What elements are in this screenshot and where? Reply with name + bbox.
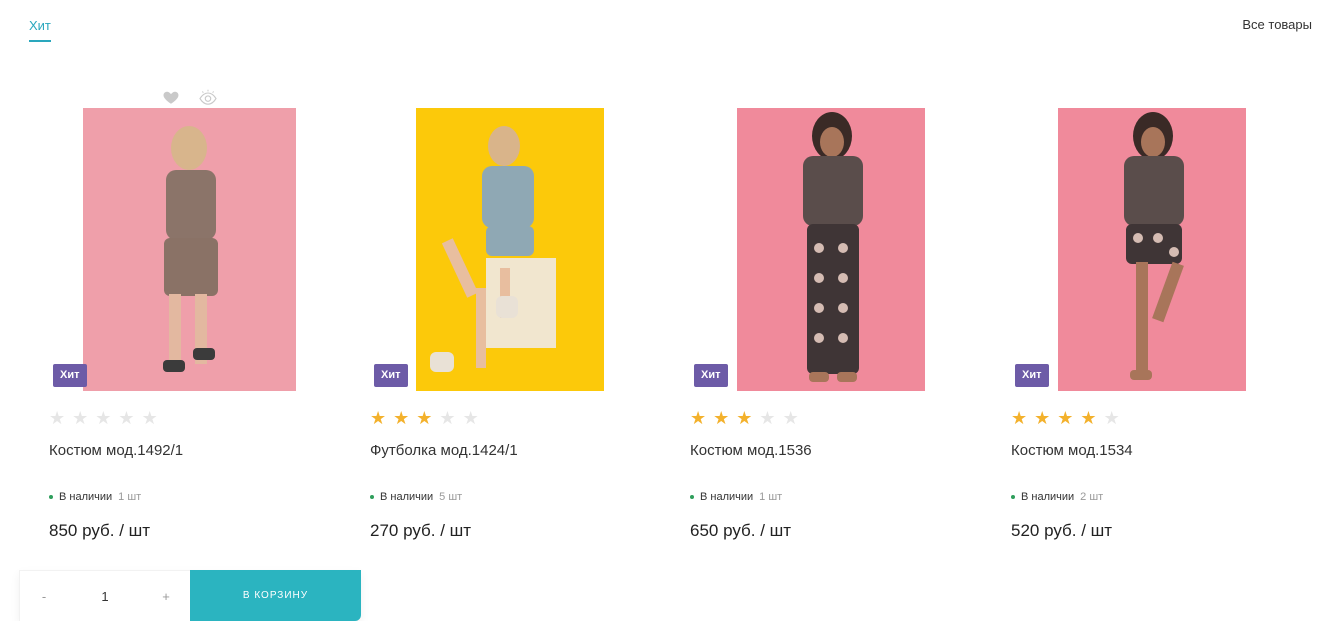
- stock-status: В наличии 5 шт: [370, 491, 462, 503]
- product-card[interactable]: Хит ★ ★ ★ ★ ★ Костюм мод.1492/1 В наличи…: [19, 86, 340, 621]
- star-icon: ★: [759, 408, 776, 428]
- stock-status: В наличии 1 шт: [690, 491, 782, 503]
- stock-count: 5 шт: [439, 491, 463, 503]
- product-card[interactable]: Хит ★ ★ ★ ★ ★ Костюм мод.1536 В наличии …: [660, 86, 981, 621]
- product-image[interactable]: [416, 108, 604, 391]
- product-price: 270 руб. / шт: [370, 521, 472, 540]
- star-icon: ★: [370, 408, 387, 428]
- product-image[interactable]: [83, 108, 296, 391]
- star-icon: ★: [439, 408, 456, 428]
- stock-status: В наличии 1 шт: [49, 491, 141, 503]
- product-card[interactable]: Хит ★ ★ ★ ★ ★ Костюм мод.1534 В наличии …: [981, 86, 1302, 621]
- star-icon: ★: [72, 408, 89, 428]
- quantity-increase-button[interactable]: +: [156, 589, 176, 604]
- star-icon: ★: [690, 408, 707, 428]
- rating: ★ ★ ★ ★ ★: [370, 409, 479, 427]
- product-image[interactable]: [737, 108, 925, 391]
- product-price: 650 руб. / шт: [690, 521, 792, 540]
- star-icon: ★: [462, 408, 479, 428]
- add-to-cart-button[interactable]: В КОРЗИНУ: [190, 570, 361, 621]
- hit-badge: Хит: [1015, 364, 1049, 387]
- stock-label: В наличии: [1021, 491, 1075, 503]
- stock-label: В наличии: [59, 491, 113, 503]
- stock-dot: [690, 495, 694, 499]
- product-title[interactable]: Футболка мод.1424/1: [370, 442, 518, 459]
- star-icon: ★: [1034, 408, 1051, 428]
- stock-count: 1 шт: [118, 491, 142, 503]
- star-icon: ★: [1011, 408, 1028, 428]
- star-icon: ★: [1080, 408, 1097, 428]
- quantity-stepper: - +: [19, 570, 190, 621]
- rating: ★ ★ ★ ★ ★: [1011, 409, 1120, 427]
- stock-label: В наличии: [380, 491, 434, 503]
- stock-dot: [1011, 495, 1015, 499]
- hit-badge: Хит: [53, 364, 87, 387]
- star-icon: ★: [713, 408, 730, 428]
- hit-badge: Хит: [694, 364, 728, 387]
- star-icon: ★: [95, 408, 112, 428]
- tab-hit[interactable]: Хит: [29, 18, 51, 42]
- rating: ★ ★ ★ ★ ★: [49, 409, 158, 427]
- quantity-input[interactable]: [75, 588, 135, 604]
- star-icon: ★: [393, 408, 410, 428]
- product-card[interactable]: Хит ★ ★ ★ ★ ★ Футболка мод.1424/1 В нали…: [340, 86, 661, 621]
- quantity-decrease-button[interactable]: -: [34, 589, 54, 604]
- stock-dot: [370, 495, 374, 499]
- card-actions: [19, 88, 340, 106]
- star-icon: ★: [141, 408, 158, 428]
- stock-status: В наличии 2 шт: [1011, 491, 1103, 503]
- product-price: 520 руб. / шт: [1011, 521, 1113, 540]
- star-icon: ★: [736, 408, 753, 428]
- product-title[interactable]: Костюм мод.1492/1: [49, 442, 183, 459]
- star-icon: ★: [782, 408, 799, 428]
- heart-icon[interactable]: [162, 88, 180, 106]
- product-title[interactable]: Костюм мод.1536: [690, 442, 812, 459]
- stock-label: В наличии: [700, 491, 754, 503]
- tabs: Хит: [29, 17, 51, 42]
- hit-badge: Хит: [374, 364, 408, 387]
- rating: ★ ★ ★ ★ ★: [690, 409, 799, 427]
- eye-icon[interactable]: [198, 89, 218, 105]
- star-icon: ★: [1057, 408, 1074, 428]
- stock-count: 2 шт: [1080, 491, 1104, 503]
- product-price: 850 руб. / шт: [49, 521, 151, 540]
- all-products-link[interactable]: Все товары: [1242, 17, 1312, 32]
- star-icon: ★: [1103, 408, 1120, 428]
- product-title[interactable]: Костюм мод.1534: [1011, 442, 1133, 459]
- star-icon: ★: [416, 408, 433, 428]
- stock-count: 1 шт: [759, 491, 783, 503]
- add-to-cart-bar: - + В КОРЗИНУ: [19, 570, 361, 621]
- star-icon: ★: [49, 408, 66, 428]
- star-icon: ★: [118, 408, 135, 428]
- stock-dot: [49, 495, 53, 499]
- product-image[interactable]: [1058, 108, 1246, 391]
